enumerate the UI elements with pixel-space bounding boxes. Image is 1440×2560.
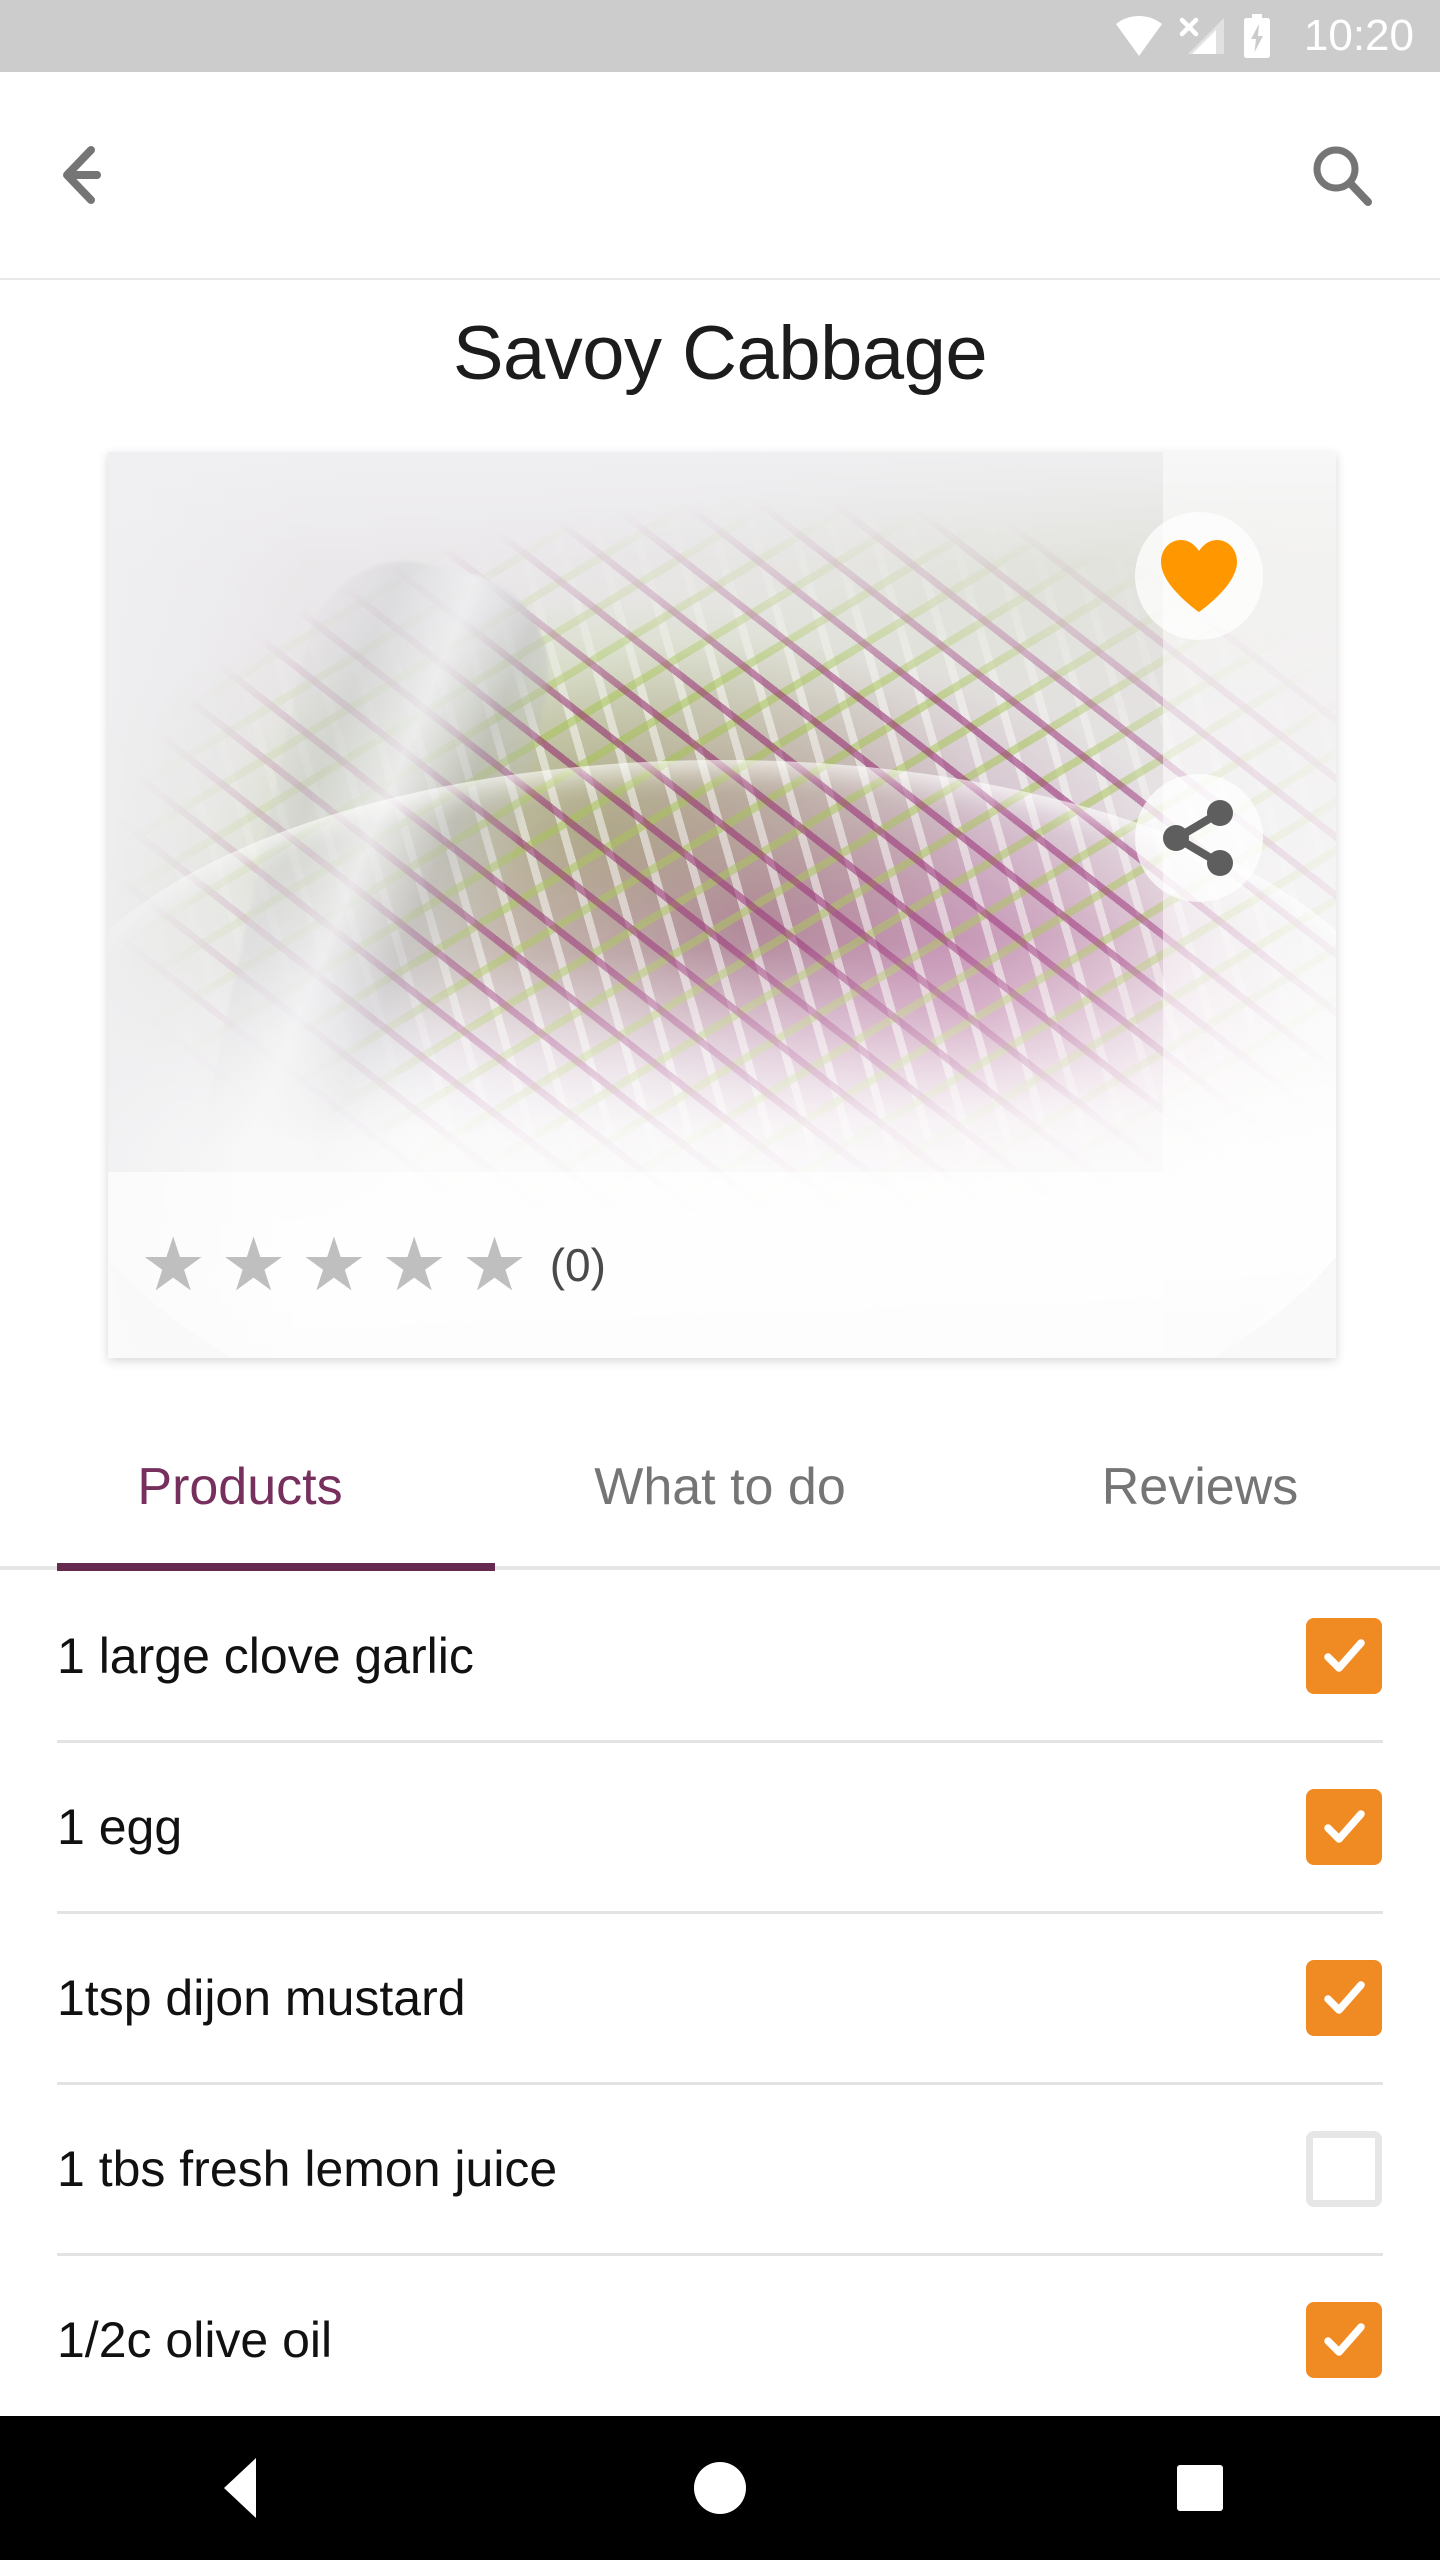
ingredient-checkbox[interactable] <box>1306 2302 1382 2378</box>
app-screen: 10:20 Savoy Cabbage ★ ★ ★ ★ ★ (0) Produc… <box>0 0 1440 2560</box>
ingredient-checkbox[interactable] <box>1306 1789 1382 1865</box>
list-item[interactable]: 1/2c olive oil <box>0 2256 1440 2424</box>
ingredient-list: 1 large clove garlic 1 egg 1tsp dijon mu… <box>0 1572 1440 2427</box>
search-icon <box>1313 146 1372 206</box>
status-time: 10:20 <box>1303 11 1414 60</box>
ingredient-label: 1tsp dijon mustard <box>57 1970 466 2026</box>
android-back-button[interactable] <box>150 2416 330 2560</box>
favorite-button[interactable] <box>1135 512 1263 640</box>
android-recents-button[interactable] <box>1110 2416 1290 2560</box>
wifi-icon <box>1115 16 1162 56</box>
status-bar: 10:20 <box>0 0 1440 72</box>
check-icon <box>1324 1981 1365 2014</box>
list-item[interactable]: 1 large clove garlic <box>0 1572 1440 1740</box>
ingredient-label: 1 tbs fresh lemon juice <box>57 2141 558 2197</box>
android-home-icon <box>694 2462 746 2514</box>
check-icon <box>1324 2323 1365 2356</box>
share-button[interactable] <box>1135 774 1263 902</box>
back-arrow-icon <box>63 146 101 204</box>
tab-what-to-do[interactable]: What to do <box>480 1402 960 1572</box>
android-nav-bar <box>0 2416 1440 2560</box>
star-icon-5[interactable]: ★ <box>461 1228 527 1302</box>
tab-reviews-label: Reviews <box>1101 1458 1299 1516</box>
ingredient-checkbox[interactable] <box>1306 1618 1382 1694</box>
tab-bar: Products What to do Reviews <box>0 1402 1440 1572</box>
list-item[interactable]: 1 egg <box>0 1743 1440 1911</box>
ingredient-checkbox[interactable] <box>1306 2131 1382 2207</box>
search-button[interactable] <box>1294 127 1390 223</box>
heart-icon <box>1161 540 1237 612</box>
recipe-image-card: ★ ★ ★ ★ ★ (0) <box>108 452 1336 1358</box>
star-icon-2[interactable]: ★ <box>220 1228 286 1302</box>
star-icon-1[interactable]: ★ <box>140 1228 206 1302</box>
star-icon-3[interactable]: ★ <box>301 1228 367 1302</box>
check-icon <box>1324 1810 1365 1843</box>
share-icon <box>1163 800 1233 876</box>
android-back-icon <box>224 2458 256 2518</box>
page-title: Savoy Cabbage <box>452 311 988 396</box>
ingredient-label: 1/2c olive oil <box>57 2312 333 2368</box>
list-item[interactable]: 1tsp dijon mustard <box>0 1914 1440 2082</box>
status-icon-group: 10:20 <box>1115 11 1414 60</box>
ingredient-label: 1 large clove garlic <box>57 1628 474 1684</box>
back-button[interactable] <box>50 127 146 223</box>
tab-what-to-do-label: What to do <box>594 1458 846 1516</box>
android-home-button[interactable] <box>630 2416 810 2560</box>
ingredient-label: 1 egg <box>57 1799 183 1855</box>
star-rating[interactable]: ★ ★ ★ ★ ★ <box>140 1228 528 1302</box>
ingredient-checkbox[interactable] <box>1306 1960 1382 2036</box>
app-bar <box>0 72 1440 280</box>
tab-products[interactable]: Products <box>0 1402 480 1572</box>
cellular-no-sim-icon <box>1179 17 1224 54</box>
tab-products-label: Products <box>137 1458 343 1516</box>
battery-charging-icon <box>1243 14 1270 58</box>
rating-count: (0) <box>549 1239 606 1291</box>
list-item[interactable]: 1 tbs fresh lemon juice <box>0 2085 1440 2253</box>
rating-bar[interactable]: ★ ★ ★ ★ ★ (0) <box>108 1172 1163 1358</box>
check-icon <box>1324 1639 1365 1672</box>
tab-active-indicator <box>57 1563 495 1571</box>
android-recents-icon <box>1177 2465 1223 2511</box>
star-icon-4[interactable]: ★ <box>381 1228 447 1302</box>
tab-reviews[interactable]: Reviews <box>960 1402 1440 1572</box>
